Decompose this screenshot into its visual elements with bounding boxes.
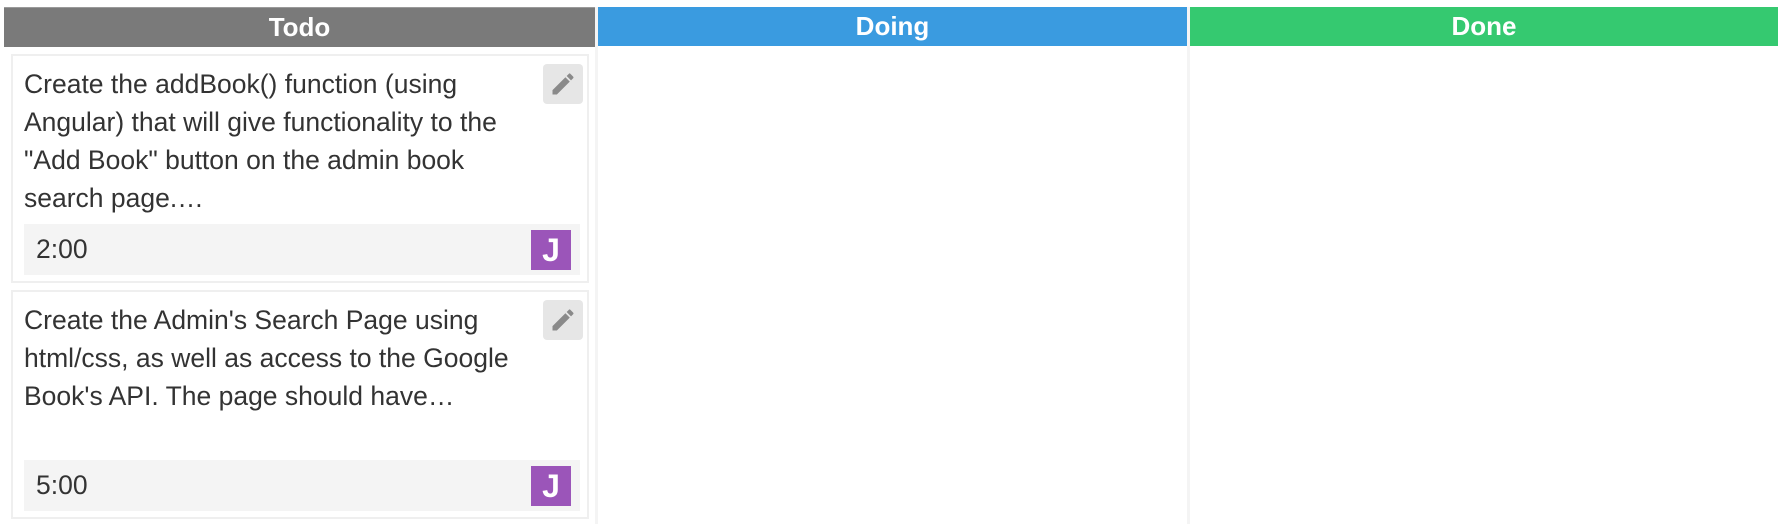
card-list-doing[interactable] <box>598 46 1187 53</box>
kanban-board: Todo Create the addBook() function (usin… <box>4 7 1778 524</box>
edit-card-button[interactable] <box>543 300 583 340</box>
column-header-done: Done <box>1190 7 1778 46</box>
time-estimate: 2:00 <box>36 234 88 264</box>
column-header-todo: Todo <box>4 7 595 47</box>
card-list-done[interactable] <box>1190 46 1778 53</box>
pencil-icon <box>552 73 574 95</box>
time-estimate: 5:00 <box>36 470 88 500</box>
column-done: Done <box>1190 7 1778 524</box>
card-description: Create the addBook() function (using Ang… <box>24 69 497 213</box>
card-footer: 5:00 J <box>24 460 580 511</box>
task-card[interactable]: Create the addBook() function (using Ang… <box>11 54 589 283</box>
column-doing: Doing <box>598 7 1190 524</box>
assignee-avatar[interactable]: J <box>531 466 571 506</box>
task-card[interactable]: Create the Admin's Search Page using htm… <box>11 290 589 519</box>
card-list-todo: Create the addBook() function (using Ang… <box>4 47 595 519</box>
card-description: Create the Admin's Search Page using htm… <box>24 305 509 411</box>
column-header-doing: Doing <box>598 7 1187 46</box>
pencil-icon <box>552 309 574 331</box>
column-todo: Todo Create the addBook() function (usin… <box>4 7 598 524</box>
card-footer: 2:00 J <box>24 224 580 275</box>
edit-card-button[interactable] <box>543 64 583 104</box>
assignee-avatar[interactable]: J <box>531 230 571 270</box>
